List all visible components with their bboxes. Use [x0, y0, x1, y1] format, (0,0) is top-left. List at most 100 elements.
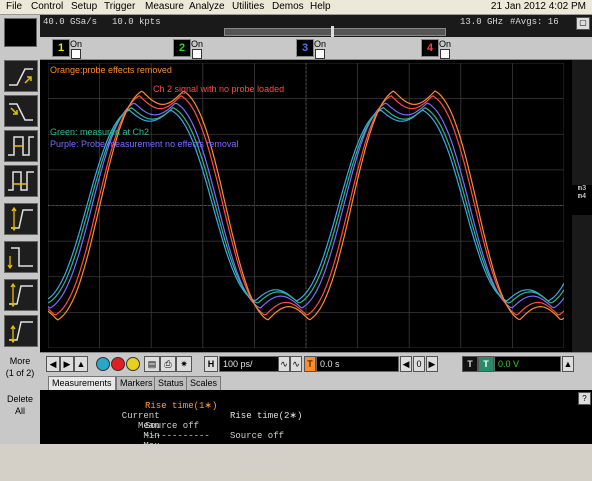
horizontal-position-slider[interactable]	[224, 26, 446, 38]
row-label: Max	[143, 441, 160, 451]
amplitude-button[interactable]	[4, 279, 38, 311]
menu-demos[interactable]: Demos	[272, 1, 304, 12]
more-label: More	[9, 356, 31, 366]
marker-m3: m3	[577, 185, 587, 193]
column-header-rise-time-2: Rise time(2∗)	[230, 411, 303, 421]
channel-3-checkbox[interactable]	[315, 49, 325, 59]
table-row: Min ------------ ------------	[40, 421, 294, 461]
waveform-display[interactable]: Orange:probe effects removed Ch 2 signal…	[40, 60, 572, 352]
delay-field[interactable]: 0.0 s	[316, 356, 399, 372]
clear-display-icon[interactable]: ▤	[144, 356, 160, 372]
delay-right-icon[interactable]: ▶	[426, 356, 438, 372]
overshoot-button[interactable]	[4, 315, 38, 347]
column-header-rise-time-1: Rise time(1∗)	[145, 401, 218, 411]
menu-file[interactable]: File	[6, 1, 22, 12]
cell-value: ------------	[230, 441, 295, 451]
timebase-down-icon[interactable]: ∿	[278, 356, 290, 372]
channel-3-state: On	[314, 39, 327, 49]
window-restore-icon[interactable]: ▢	[576, 17, 590, 30]
amplitude-icon	[9, 282, 33, 308]
trigger-level-field[interactable]: 0.0 V	[494, 356, 561, 372]
left-toolbar: More (1 of 2) Delete All	[0, 15, 41, 444]
trigger-mode-icon[interactable]: T	[462, 356, 478, 372]
pulse-width-icon	[8, 136, 34, 156]
horizontal-button[interactable]: H	[204, 356, 218, 372]
channel-4-button[interactable]: 4	[421, 39, 439, 57]
tab-scales[interactable]: Scales	[186, 376, 222, 390]
more-page-label: (1 of 2)	[5, 368, 35, 378]
menu-bar: File Control Setup Trigger Measure Analy…	[0, 0, 592, 15]
results-tabs: Measurements Markers Status Scales	[40, 374, 592, 390]
delay-left-icon[interactable]: ◀	[400, 356, 412, 372]
menu-utilities[interactable]: Utilities	[232, 1, 264, 12]
bandwidth: 13.0 GHz	[460, 17, 504, 27]
channel-4-state: On	[439, 39, 452, 49]
cell-value: ------------	[145, 451, 210, 461]
channel-1-state: On	[70, 39, 83, 49]
rising-edge-icon	[9, 68, 33, 86]
annotation-purple: Purple: Probe measurement no effects rem…	[50, 139, 239, 149]
marker-label: m3 m4	[572, 185, 592, 215]
menu-trigger[interactable]: Trigger	[104, 1, 135, 12]
tab-status[interactable]: Status	[154, 376, 188, 390]
delete-all-button[interactable]: Delete All	[2, 393, 38, 427]
trigger-marker-icon: T	[304, 356, 316, 372]
measurement-results: Rise time(1∗) Rise time(2∗) Current Sour…	[40, 390, 592, 471]
timebase-field[interactable]: 100 ps/	[219, 356, 279, 372]
averages-count: #Avgs: 16	[510, 17, 559, 27]
channel-1-checkbox[interactable]	[71, 49, 81, 59]
brightness-icon[interactable]: ✷	[176, 356, 192, 372]
arrow-right-icon[interactable]: ▶	[60, 356, 74, 372]
tab-measurements[interactable]: Measurements	[48, 376, 116, 390]
sample-rate: 40.0 GSa/s	[43, 17, 98, 27]
tab-markers[interactable]: Markers	[116, 376, 157, 390]
channel-2-state: On	[191, 39, 204, 49]
rise-time-button[interactable]	[4, 203, 38, 235]
row-label: Current	[121, 411, 160, 421]
more-button[interactable]: More (1 of 2)	[2, 355, 38, 389]
period-button[interactable]	[4, 165, 38, 197]
annotation-green: Green: measured at Ch2	[50, 127, 150, 137]
menu-control[interactable]: Control	[31, 1, 63, 12]
trigger-button[interactable]: T	[478, 356, 494, 372]
stop-icon[interactable]	[111, 357, 125, 371]
menu-setup[interactable]: Setup	[71, 1, 97, 12]
table-row: Max ------------ ------------	[40, 431, 294, 471]
period-icon	[8, 171, 34, 191]
print-icon[interactable]: ⎙	[160, 356, 176, 372]
timebase-up-icon[interactable]: ∿	[290, 356, 302, 372]
channel-4-checkbox[interactable]	[440, 49, 450, 59]
channel-bar: 1 On 2 On 3 On 4 On	[40, 37, 592, 60]
help-button[interactable]: ?	[578, 392, 591, 405]
arrow-left-icon[interactable]: ◀	[46, 356, 60, 372]
rising-edge-trigger-button[interactable]	[4, 60, 38, 92]
table-row: Current Source off Source off	[40, 401, 284, 441]
fall-time-icon	[7, 247, 33, 270]
pulse-width-button[interactable]	[4, 130, 38, 162]
acquisition-status-bar: 40.0 GSa/s 10.0 kpts 13.0 GHz #Avgs: 16 …	[40, 15, 592, 38]
autoscale-icon[interactable]: ▲	[74, 356, 88, 372]
cell-value: ------------	[230, 451, 295, 461]
menu-help[interactable]: Help	[310, 1, 331, 12]
delay-zero-icon[interactable]: 0	[413, 356, 425, 372]
single-icon[interactable]	[126, 357, 140, 371]
menu-analyze[interactable]: Analyze	[189, 1, 225, 12]
delete-label: Delete	[6, 394, 33, 404]
falling-edge-trigger-button[interactable]	[4, 95, 38, 127]
menu-measure[interactable]: Measure	[145, 1, 184, 12]
fall-time-button[interactable]	[4, 241, 38, 273]
channel-2-checkbox[interactable]	[192, 49, 202, 59]
channel-3-button[interactable]: 3	[296, 39, 314, 57]
channel-1-button[interactable]: 1	[52, 39, 70, 57]
marker-m4: m4	[577, 193, 587, 201]
scope-thumbnail[interactable]	[4, 18, 37, 47]
table-row: Mean ------------ ------------	[40, 411, 295, 451]
cell-value: ------------	[230, 461, 295, 471]
annotation-ch2: Ch 2 signal with no probe loaded	[153, 84, 285, 94]
trigger-level-up-icon[interactable]: ▲	[562, 356, 574, 372]
control-bar: ◀ ▶ ▲ ▤ ⎙ ✷ H 100 ps/ ∿ ∿ T 0.0 s ◀ 0 ▶ …	[40, 352, 592, 375]
run-icon[interactable]	[96, 357, 110, 371]
channel-2-button[interactable]: 2	[173, 39, 191, 57]
waveform-graticule	[48, 63, 564, 348]
delete-sub-label: All	[14, 406, 25, 416]
